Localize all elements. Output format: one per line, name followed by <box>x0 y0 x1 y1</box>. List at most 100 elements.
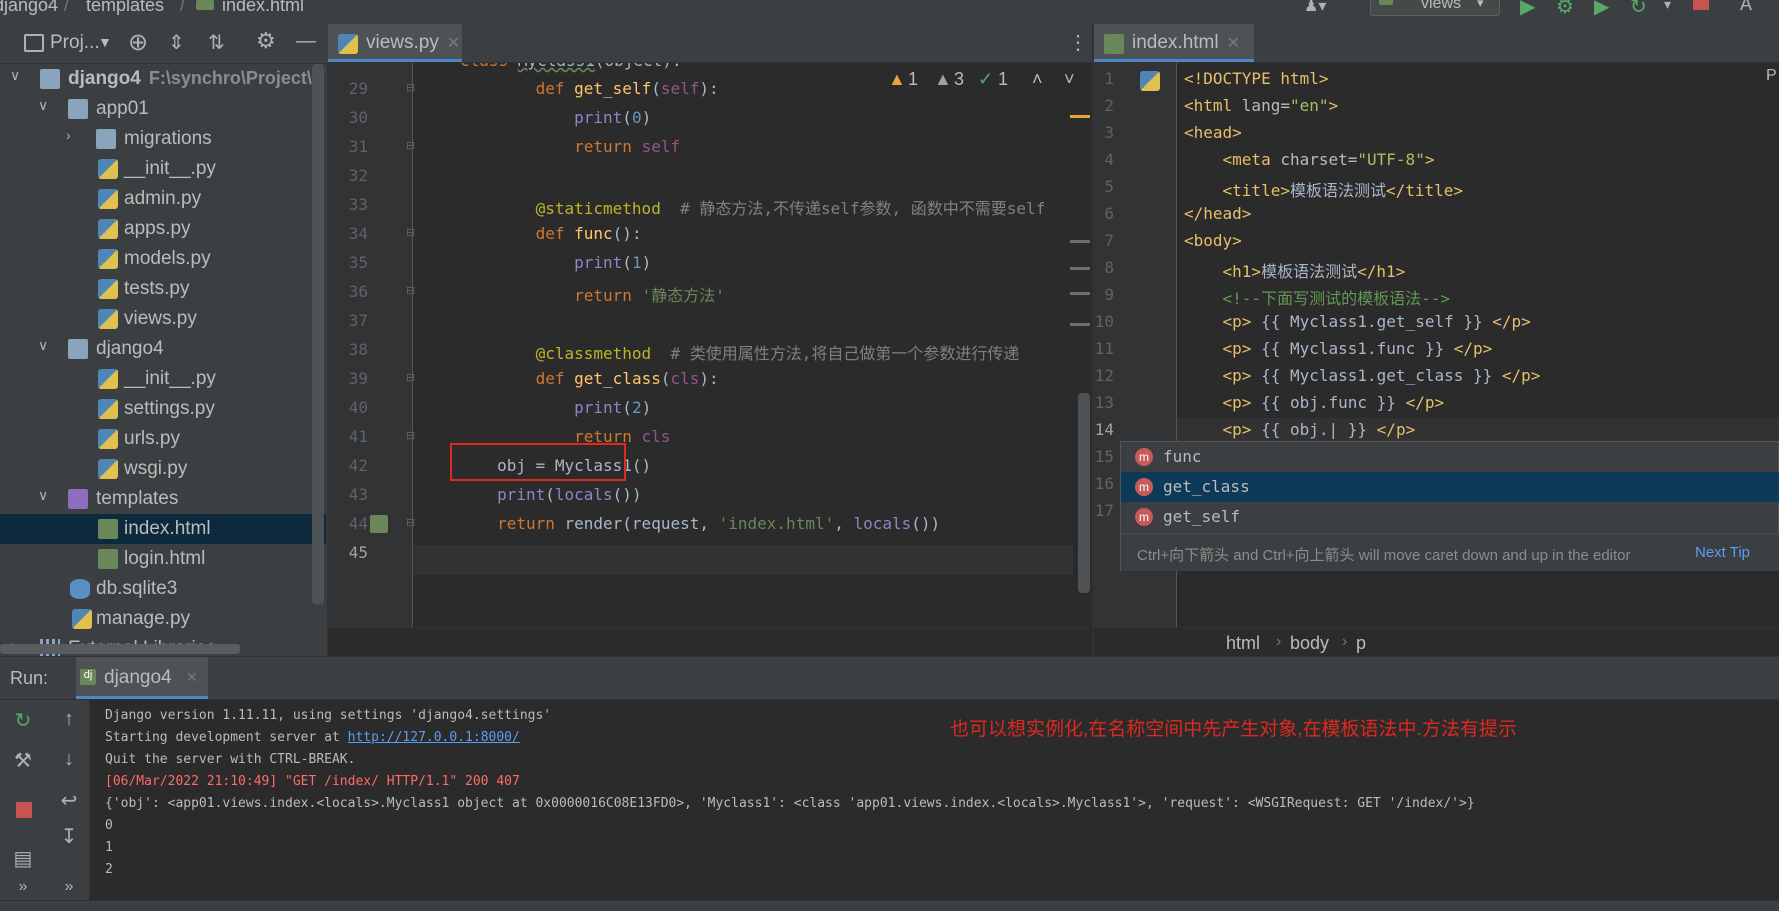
tree-item-file[interactable]: settings.py <box>0 394 326 424</box>
locate-icon[interactable]: ⊕ <box>128 28 148 57</box>
collapse-all-icon[interactable]: ⇅ <box>208 30 225 55</box>
tree-item-django4-root[interactable]: ∨ django4 F:\synchro\Project\d <box>0 64 326 94</box>
tree-item-file[interactable]: __init__.py <box>0 364 326 394</box>
debug-icon[interactable]: ⚙ <box>1556 0 1574 19</box>
gear-icon[interactable]: ⚙ <box>256 28 276 54</box>
tab-views-py[interactable]: views.py ✕ <box>328 24 462 62</box>
fold-marker-icon[interactable]: ⊟ <box>406 226 415 239</box>
tree-item-file[interactable]: wsgi.py <box>0 454 326 484</box>
tree-item-file[interactable]: admin.py <box>0 184 326 214</box>
breadcrumb-body[interactable]: body <box>1290 633 1329 654</box>
completion-item-selected[interactable]: m get_class <box>1121 472 1779 502</box>
chevron-right-icon[interactable]: › <box>66 127 71 143</box>
tree-item-file[interactable]: manage.py <box>0 604 326 634</box>
completion-popup: m func m get_class m get_self Ctrl+向下箭头 and… <box>1120 441 1779 571</box>
up-arrow-icon[interactable]: ↑ <box>54 708 84 731</box>
scroll-to-end-icon[interactable]: ↧ <box>54 824 84 849</box>
tree-item-templates[interactable]: ∨ templates <box>0 484 326 514</box>
run-config-select[interactable]: views ▾ <box>1370 0 1500 16</box>
tree-item-file[interactable]: urls.py <box>0 424 326 454</box>
chevron-down-icon[interactable]: ∨ <box>10 67 20 84</box>
tree-item-file[interactable]: tests.py <box>0 274 326 304</box>
code-line: <p> {{ Myclass1.func }} </p> <box>1222 339 1493 358</box>
more-icon[interactable]: » <box>8 878 38 896</box>
fold-marker-icon[interactable]: ⊟ <box>406 284 415 297</box>
stop-icon[interactable] <box>16 802 32 818</box>
stop-icon[interactable] <box>1693 0 1709 10</box>
code-line: <!DOCTYPE html> <box>1184 69 1329 88</box>
breadcrumb-file[interactable]: index.html <box>222 0 304 16</box>
hide-icon[interactable]: — <box>296 30 316 53</box>
project-view-selector[interactable]: Proj... <box>50 32 100 54</box>
more-icon[interactable]: » <box>54 878 84 896</box>
user-icon[interactable]: ♟▾ <box>1304 0 1326 16</box>
translate-icon[interactable]: A <box>1740 0 1752 15</box>
tree-item-django4-package[interactable]: ∨ django4 <box>0 334 326 364</box>
close-icon[interactable]: ✕ <box>447 35 460 52</box>
weak-warning-stripe[interactable] <box>1070 292 1090 295</box>
tree-item-label: tests.py <box>124 278 190 299</box>
chevron-down-icon[interactable]: ▼ <box>98 34 112 50</box>
next-tip-link[interactable]: Next Tip <box>1695 544 1750 561</box>
close-icon[interactable]: ✕ <box>1227 35 1240 52</box>
fold-marker-icon[interactable]: ⊟ <box>406 516 415 529</box>
fold-marker-icon[interactable]: ⊟ <box>406 81 415 94</box>
chevron-down-icon[interactable]: ∨ <box>38 337 48 354</box>
tree-item-file[interactable]: db.sqlite3 <box>0 574 326 604</box>
tree-item-file[interactable]: models.py <box>0 244 326 274</box>
breadcrumb-project[interactable]: django4 <box>0 0 58 16</box>
layout-icon[interactable]: ▤ <box>8 846 38 871</box>
weak-warning-stripe[interactable] <box>1070 267 1090 270</box>
run-icon[interactable]: ▶ <box>1520 0 1535 19</box>
server-link[interactable]: http://127.0.0.1:8000/ <box>348 730 520 745</box>
chevron-down-icon[interactable]: ∨ <box>38 97 48 114</box>
more-tabs-icon[interactable]: ⋮ <box>1068 30 1088 55</box>
python-link-icon[interactable] <box>1140 71 1160 91</box>
tree-item-migrations[interactable]: › migrations <box>0 124 326 154</box>
more-run-icon[interactable]: ▾ <box>1664 0 1671 13</box>
python-file-icon <box>98 219 118 239</box>
fold-marker-icon[interactable]: ⊟ <box>406 429 415 442</box>
tree-item-file[interactable]: views.py <box>0 304 326 334</box>
editor-scrollbar[interactable] <box>1078 393 1090 593</box>
run-config-label: views <box>1421 0 1462 12</box>
completion-item[interactable]: m get_self <box>1121 502 1779 532</box>
coverage-icon[interactable]: ▶ <box>1594 0 1609 19</box>
warning-stripe[interactable] <box>1070 115 1090 118</box>
console-output[interactable]: Django version 1.11.11, using settings '… <box>90 700 1779 911</box>
left-editor[interactable]: 29 30 31 32 33 34 35 36 37 38 39 40 41 4… <box>328 63 1092 627</box>
completion-item[interactable]: m func <box>1121 442 1779 472</box>
expand-all-icon[interactable]: ⇕ <box>168 30 185 55</box>
fold-marker-icon[interactable]: ⊟ <box>406 139 415 152</box>
breadcrumb-html[interactable]: html <box>1226 633 1260 654</box>
breadcrumb-p[interactable]: p <box>1356 633 1366 654</box>
rerun-icon[interactable]: ↻ <box>8 708 38 733</box>
tree-item-file[interactable]: index.html <box>0 514 326 544</box>
tree-item-file[interactable]: apps.py <box>0 214 326 244</box>
tab-index-html[interactable]: index.html ✕ <box>1094 24 1254 62</box>
previous-highlight-icon[interactable]: ˄ <box>1032 69 1043 90</box>
down-arrow-icon[interactable]: ↓ <box>54 748 84 771</box>
weak-warning-stripe[interactable] <box>1070 240 1090 243</box>
tab-run-django4[interactable]: dj django4 ✕ <box>76 657 208 699</box>
tree-scrollbar[interactable] <box>312 64 324 604</box>
fold-marker-icon[interactable]: ⊟ <box>406 371 415 384</box>
chevron-down-icon[interactable]: ∨ <box>38 487 48 504</box>
next-highlight-icon[interactable]: ˅ <box>1064 69 1075 90</box>
tree-item-app01[interactable]: ∨ app01 <box>0 94 326 124</box>
tree-horizontal-scrollbar[interactable] <box>0 644 240 654</box>
inspection-widget[interactable]: ▲ 1 ▲ 3 ✓ 1 ˄ ˅ <box>888 69 1088 93</box>
inspection-indicator[interactable]: P <box>1766 67 1777 85</box>
close-icon[interactable]: ✕ <box>186 669 198 686</box>
wrench-icon[interactable]: ⚒ <box>8 748 38 773</box>
python-file-icon <box>98 429 118 449</box>
profile-icon[interactable]: ↻ <box>1630 0 1647 19</box>
typo-check-icon: ✓ <box>978 69 994 89</box>
breadcrumb-folder[interactable]: templates <box>86 0 164 16</box>
console-line: Quit the server with CTRL-BREAK. <box>105 752 356 767</box>
weak-warning-stripe[interactable] <box>1070 323 1090 326</box>
soft-wrap-icon[interactable]: ↩ <box>54 788 84 813</box>
tree-item-file[interactable]: login.html <box>0 544 326 574</box>
tree-item-file[interactable]: __init__.py <box>0 154 326 184</box>
template-gutter-icon[interactable] <box>370 515 388 533</box>
